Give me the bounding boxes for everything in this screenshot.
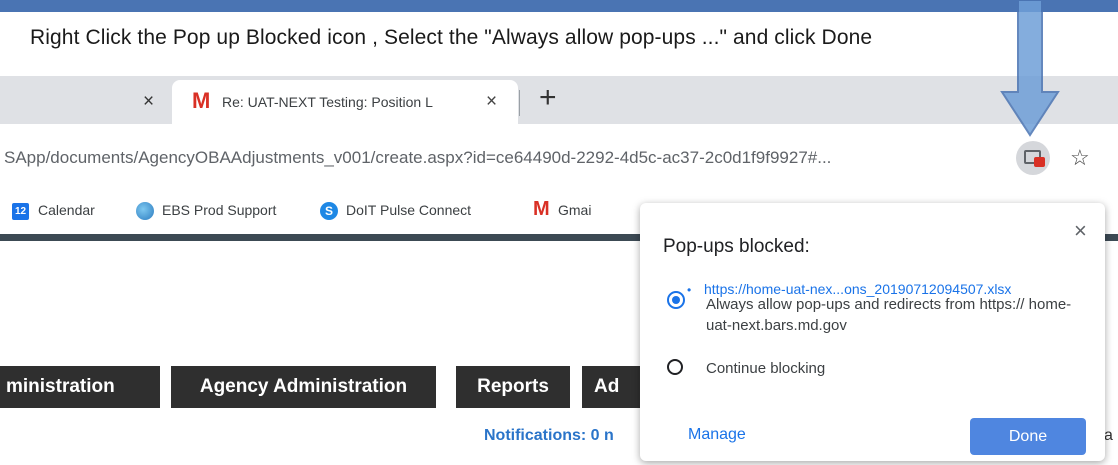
address-bar-url[interactable]: SApp/documents/AgencyOBAAdjustments_v001… (4, 148, 831, 168)
bookmark-doit-pulse-connect[interactable]: DoIT Pulse Connect (346, 202, 471, 218)
instruction-text: Right Click the Pop up Blocked icon , Se… (30, 26, 873, 49)
close-icon[interactable]: × (1074, 218, 1087, 244)
tab-divider (519, 90, 520, 116)
continue-blocking-label[interactable]: Continue blocking (706, 360, 825, 377)
top-blue-strip (0, 0, 1118, 12)
gmail-icon: M (533, 198, 550, 220)
bookmark-gmail[interactable]: Gmai (558, 202, 591, 218)
tab-title: Re: UAT-NEXT Testing: Position L (222, 94, 433, 110)
blocked-badge-icon (1034, 157, 1045, 167)
continue-blocking-radio[interactable] (667, 359, 683, 375)
bookmark-calendar[interactable]: Calendar (38, 202, 95, 218)
nav-administration[interactable]: ministration (0, 366, 160, 408)
radio-selected-dot (672, 296, 680, 304)
notifications-link[interactable]: Notifications: 0 n (484, 427, 614, 445)
pulse-icon: S (320, 202, 338, 220)
nav-agency-administration[interactable]: Agency Administration (171, 366, 436, 408)
tab-close-button[interactable]: × (143, 91, 154, 113)
tab-strip (0, 76, 1118, 124)
star-icon[interactable]: ☆ (1070, 145, 1090, 171)
new-tab-button[interactable]: + (539, 83, 557, 113)
gmail-icon: M (192, 88, 211, 113)
guide-arrow-icon (1000, 0, 1060, 137)
bullet-icon: • (687, 283, 692, 297)
tab-close-button[interactable]: × (486, 91, 497, 113)
calendar-icon: 12 (12, 203, 29, 220)
globe-icon (136, 202, 154, 220)
nav-ad[interactable]: Ad (582, 366, 642, 408)
nav-reports[interactable]: Reports (456, 366, 570, 408)
always-allow-label[interactable]: Always allow pop-ups and redirects from … (706, 294, 1091, 336)
bookmark-ebs-prod-support[interactable]: EBS Prod Support (162, 202, 276, 218)
manage-link[interactable]: Manage (688, 426, 746, 444)
right-edge-text: a (1104, 427, 1113, 444)
dialog-title: Pop-ups blocked: (663, 236, 810, 257)
done-button[interactable]: Done (970, 418, 1086, 455)
